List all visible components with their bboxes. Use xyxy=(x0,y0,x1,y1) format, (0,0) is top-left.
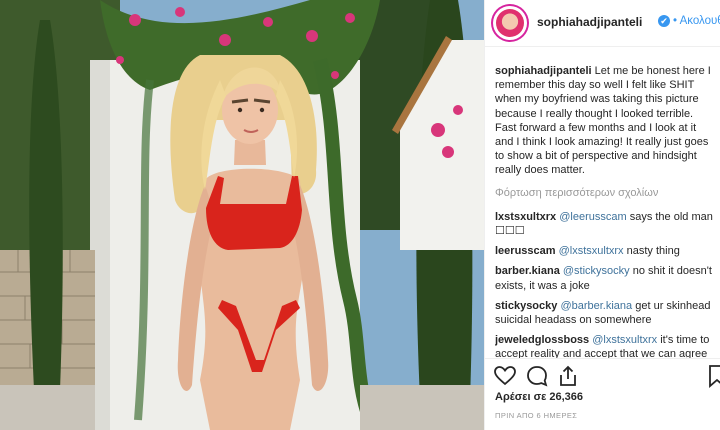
post-timestamp[interactable]: ΠΡΙΝ ΑΠΟ 6 ΗΜΕΡΕΣ xyxy=(495,411,577,420)
comment-mention[interactable]: @lxstsxultxrx xyxy=(592,334,657,346)
caption: sophiahadjipanteli Let me be honest here… xyxy=(495,64,715,178)
comment-text: nasty thing xyxy=(626,245,680,258)
comment-mention[interactable]: @lxstsxultxrx xyxy=(559,245,624,257)
comment-mention[interactable]: @leerusscam xyxy=(559,211,626,223)
post-header: sophiahadjipanteli ✔ • Ακολουθήστε xyxy=(485,0,720,47)
comment: jeweledglossboss @lxstsxultxrx it's time… xyxy=(495,333,715,358)
comments-list[interactable]: sophiahadjipanteli Let me be honest here… xyxy=(495,64,715,358)
comment-author[interactable]: lxstsxultxrx xyxy=(495,211,556,223)
likes-count[interactable]: Αρέσει σε 26,366 xyxy=(495,391,583,403)
heart-icon[interactable] xyxy=(493,364,517,388)
share-icon[interactable] xyxy=(556,364,580,388)
follow-button[interactable]: • Ακολουθήστε xyxy=(673,15,720,27)
comment: lxstsxultxrx @leerusscam says the old ma… xyxy=(495,210,715,238)
comment-author[interactable]: stickysocky xyxy=(495,300,557,312)
avatar[interactable] xyxy=(493,6,527,40)
post-photo[interactable] xyxy=(0,0,484,430)
action-bar xyxy=(485,358,720,393)
photo-illustration xyxy=(0,0,484,430)
comment-author[interactable]: leerusscam xyxy=(495,245,556,257)
comment-author[interactable]: jeweledglossboss xyxy=(495,334,589,346)
post-side-panel: sophiahadjipanteli ✔ • Ακολουθήστε sophi… xyxy=(484,0,720,430)
comment-mention[interactable]: @stickysocky xyxy=(563,265,630,277)
load-more-comments-link[interactable]: Φόρτωση περισσότερων σχολίων xyxy=(495,186,715,200)
comment-author[interactable]: barber.kiana xyxy=(495,265,560,277)
caption-author[interactable]: sophiahadjipanteli xyxy=(495,65,592,77)
post-username[interactable]: sophiahadjipanteli xyxy=(537,15,642,29)
comment: stickysocky @barber.kiana get ur skinhea… xyxy=(495,299,715,327)
verified-badge-icon: ✔ xyxy=(658,15,670,27)
comment: leerusscam @lxstsxultxrx nasty thing xyxy=(495,244,715,258)
caption-text: Let me be honest here I remember this da… xyxy=(495,65,711,177)
bookmark-icon[interactable] xyxy=(705,364,720,388)
comment: barber.kiana @stickysocky no shit it doe… xyxy=(495,264,715,292)
comment-mention[interactable]: @barber.kiana xyxy=(560,300,632,312)
comment-bubble-icon[interactable] xyxy=(525,364,549,388)
